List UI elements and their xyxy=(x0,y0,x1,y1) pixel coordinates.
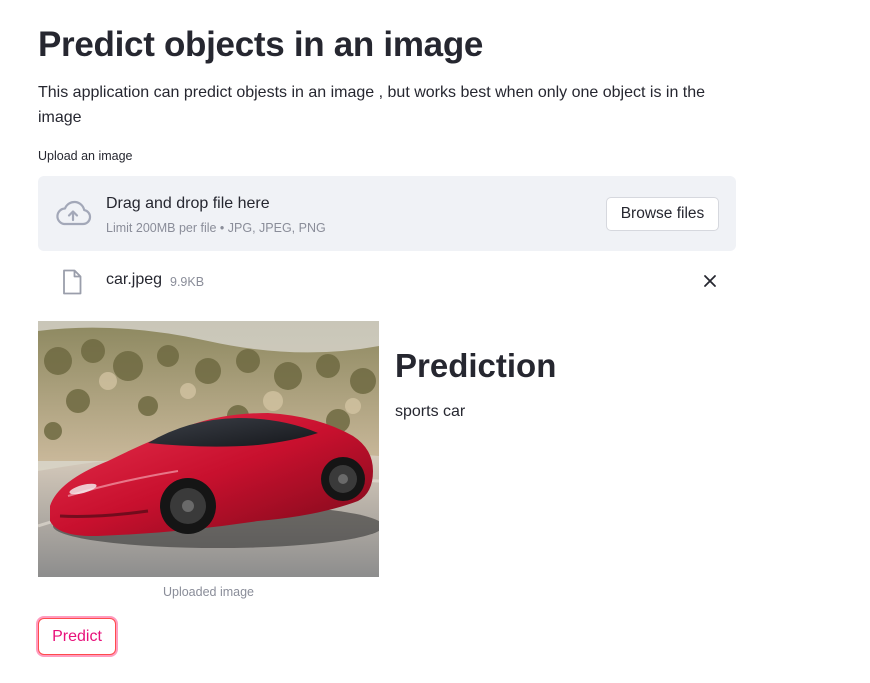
image-caption: Uploaded image xyxy=(162,585,255,599)
dropzone-limit-text: Limit 200MB per file • JPG, JPEG, PNG xyxy=(106,221,326,235)
predict-button[interactable]: Predict xyxy=(38,618,116,655)
uploaded-file-row: car.jpeg 9.9KB xyxy=(38,262,736,302)
car-photo xyxy=(38,321,379,577)
dropzone-title: Drag and drop file here xyxy=(106,195,270,212)
browse-files-button[interactable]: Browse files xyxy=(606,197,719,231)
close-icon xyxy=(704,275,716,287)
page-title: Predict objects in an image xyxy=(38,25,484,64)
prediction-value: sports car xyxy=(395,403,466,420)
app-page: Predict objects in an image This applica… xyxy=(0,0,870,683)
file-dropzone[interactable]: Drag and drop file here Limit 200MB per … xyxy=(38,176,736,251)
uploaded-file-size: 9.9KB xyxy=(170,275,205,289)
remove-file-button[interactable] xyxy=(699,270,721,292)
uploader-label: Upload an image xyxy=(38,149,133,163)
page-description: This application can predict objests in … xyxy=(38,84,706,126)
cloud-upload-icon xyxy=(56,200,92,226)
uploaded-image xyxy=(38,321,379,577)
prediction-heading: Prediction xyxy=(395,347,557,384)
uploaded-file-name: car.jpeg xyxy=(106,271,163,288)
file-icon xyxy=(63,269,82,295)
